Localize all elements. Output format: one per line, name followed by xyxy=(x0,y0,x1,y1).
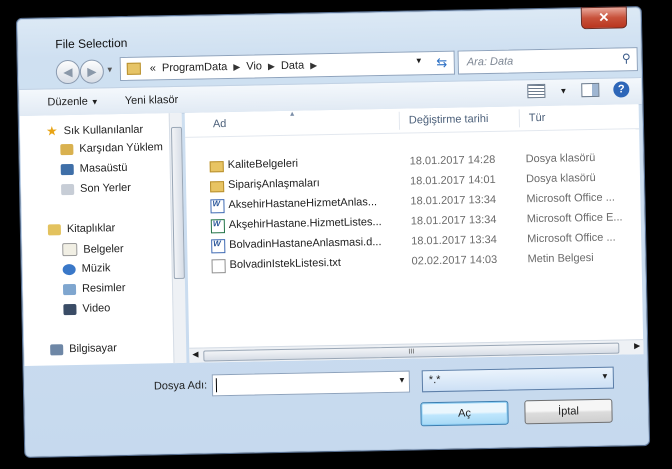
search-placeholder: Ara: Data xyxy=(466,55,514,69)
forward-arrow-icon: ▶ xyxy=(87,64,97,79)
recent-pages-dropdown[interactable]: ▼ xyxy=(106,65,114,74)
file-type-value: *.* xyxy=(428,373,441,387)
scroll-left-icon[interactable]: ◀ xyxy=(192,350,198,359)
cancel-button[interactable]: İptal xyxy=(524,398,613,425)
nav-documents[interactable]: Belgeler xyxy=(62,242,124,257)
file-selection-dialog: File Selection ✕ ◀ ▶ ▼ « ProgramData ▶ V… xyxy=(15,6,651,458)
folder-icon xyxy=(209,161,224,173)
address-dropdown-icon[interactable]: ▼ xyxy=(415,56,423,65)
libraries-icon xyxy=(47,223,62,235)
sort-ascending-icon: ▲ xyxy=(288,110,296,118)
back-arrow-icon: ◀ xyxy=(63,64,73,80)
breadcrumb-separator-icon[interactable]: ▶ xyxy=(230,61,243,72)
music-icon xyxy=(62,263,76,275)
nav-computer[interactable]: Bilgisayar xyxy=(50,342,117,355)
nav-videos[interactable]: Video xyxy=(63,302,110,315)
filename-input[interactable]: ▼ xyxy=(211,370,411,397)
star-icon: ★ xyxy=(45,123,58,139)
nav-pictures[interactable]: Resimler xyxy=(62,282,126,295)
new-folder-button[interactable]: Yeni klasör xyxy=(125,94,179,107)
open-button[interactable]: Aç xyxy=(420,400,509,427)
forward-button[interactable]: ▶ xyxy=(79,59,105,84)
documents-icon xyxy=(62,242,78,257)
preview-pane-icon[interactable] xyxy=(581,82,600,98)
breadcrumb-separator-icon[interactable]: ▶ xyxy=(265,61,278,72)
refresh-button[interactable]: ⇆ xyxy=(429,50,456,76)
recent-places-icon xyxy=(61,183,75,195)
file-type-select[interactable]: *.* ▼ xyxy=(421,366,615,393)
word-doc-icon xyxy=(210,199,225,214)
nav-music[interactable]: Müzik xyxy=(62,262,111,275)
folder-icon xyxy=(210,181,225,193)
nav-downloads[interactable]: Karşıdan Yüklem xyxy=(60,141,163,155)
column-date[interactable]: Değiştirme tarihi xyxy=(409,113,489,127)
close-button[interactable]: ✕ xyxy=(580,6,628,30)
column-divider[interactable] xyxy=(398,111,401,130)
nav-favorites[interactable]: ★ Sık Kullanılanlar xyxy=(46,122,143,140)
column-divider[interactable] xyxy=(518,109,521,128)
nav-scroll-thumb[interactable] xyxy=(170,126,185,280)
breadcrumb-separator-icon[interactable]: ▶ xyxy=(307,60,320,71)
computer-icon xyxy=(50,343,64,355)
text-cursor xyxy=(215,378,218,393)
scroll-right-icon[interactable]: ▶ xyxy=(634,341,640,350)
word-doc-icon xyxy=(211,239,226,254)
help-icon[interactable]: ? xyxy=(613,81,630,98)
pictures-icon xyxy=(62,283,77,295)
search-icon[interactable]: ⚲ xyxy=(622,51,631,65)
filename-history-dropdown-icon[interactable]: ▼ xyxy=(398,376,406,385)
excel-doc-icon xyxy=(210,219,226,234)
column-type[interactable]: Tür xyxy=(529,112,546,124)
search-input[interactable]: Ara: Data ⚲ xyxy=(457,47,638,75)
organize-menu[interactable]: Düzenle ▼ xyxy=(47,95,99,109)
window-title: File Selection xyxy=(55,35,128,52)
filename-label: Dosya Adı: xyxy=(153,379,208,393)
breadcrumb-data[interactable]: Data xyxy=(278,59,307,72)
breadcrumb-programdata[interactable]: ProgramData xyxy=(159,61,231,74)
text-file-icon xyxy=(211,259,226,274)
chevron-down-icon: ▼ xyxy=(90,97,99,107)
navigation-pane: ★ Sık Kullanılanlar Karşıdan Yüklem Masaü… xyxy=(19,112,185,366)
file-list: Ad ▲ Değiştirme tarihi Tür KaliteBelgele… xyxy=(184,104,644,363)
back-button[interactable]: ◀ xyxy=(55,59,81,85)
videos-icon xyxy=(63,303,77,315)
view-options-icon[interactable] xyxy=(527,83,546,99)
chevron-down-icon: ▼ xyxy=(600,371,609,381)
downloads-folder-icon xyxy=(60,143,74,155)
breadcrumb-vio[interactable]: Vio xyxy=(243,60,265,72)
folder-icon xyxy=(126,62,141,75)
nav-libraries[interactable]: Kitaplıklar xyxy=(47,222,116,235)
refresh-icon: ⇆ xyxy=(436,54,448,70)
nav-desktop[interactable]: Masaüstü xyxy=(60,162,128,175)
breadcrumb-overflow[interactable]: « xyxy=(147,62,159,74)
column-name[interactable]: Ad xyxy=(213,118,227,130)
view-dropdown-icon[interactable]: ▼ xyxy=(559,86,567,95)
desktop-icon xyxy=(60,163,74,175)
horizontal-scroll-thumb[interactable]: III xyxy=(203,342,620,362)
address-bar[interactable]: « ProgramData ▶ Vio ▶ Data ▶ ▼ xyxy=(119,51,433,82)
nav-recent[interactable]: Son Yerler xyxy=(61,182,131,195)
